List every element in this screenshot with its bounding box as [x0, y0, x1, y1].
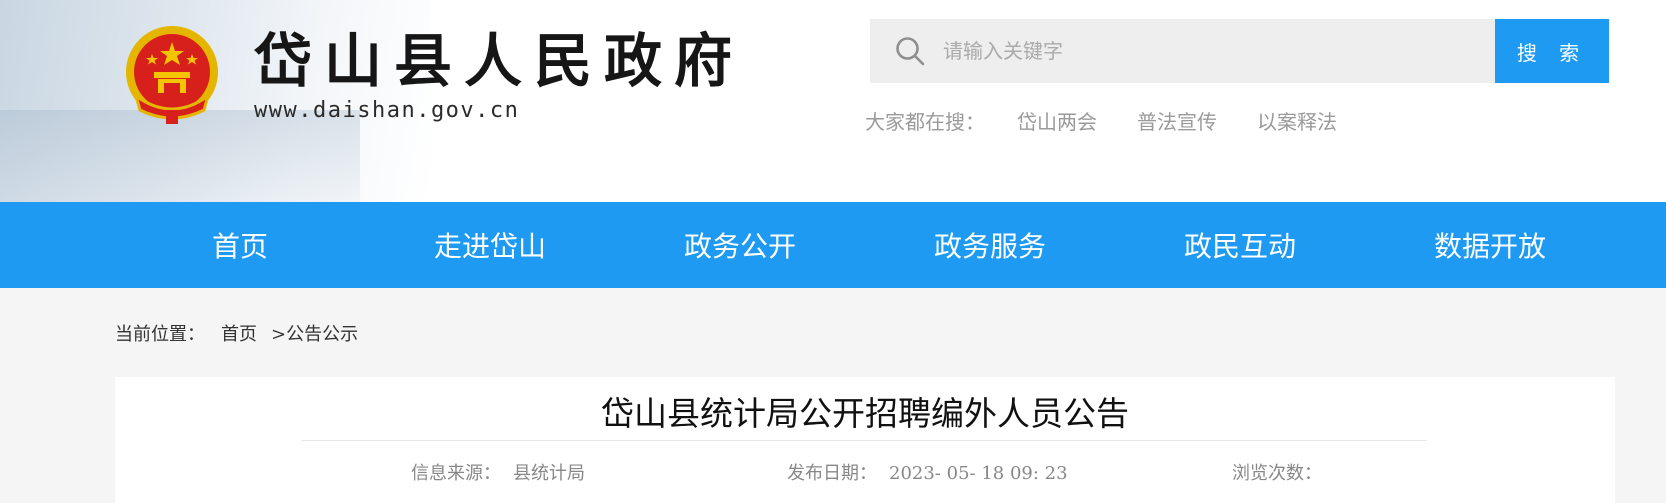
breadcrumb-current-link[interactable]: >公告公示 — [271, 320, 358, 346]
search-input[interactable] — [941, 38, 1485, 64]
title-divider — [302, 440, 1427, 441]
source-label: 信息来源： — [411, 463, 501, 484]
hot-search-item[interactable]: 岱山两会 — [1017, 106, 1097, 135]
search-icon — [896, 37, 925, 66]
site-header: 岱山县人民政府 www.daishan.gov.cn 搜 索 大家都在搜： 岱山… — [0, 0, 1666, 202]
article-date: 发布日期： 2023- 05- 18 09: 23 — [787, 459, 1068, 485]
search-field — [870, 19, 1495, 83]
article-title: 岱山县统计局公开招聘编外人员公告 — [601, 394, 1129, 433]
main-nav: 首页 走进岱山 政务公开 政务服务 政民互动 数据开放 — [0, 202, 1666, 288]
nav-item-open-data[interactable]: 数据开放 — [1365, 225, 1615, 265]
article-source: 信息来源： 县统计局 — [411, 459, 585, 485]
article-panel: 岱山县统计局公开招聘编外人员公告 信息来源： 县统计局 发布日期： 2023- 05… — [115, 377, 1615, 503]
article-views: 浏览次数： — [1232, 459, 1322, 485]
hot-search: 大家都在搜： 岱山两会 普法宣传 以案释法 — [865, 106, 1377, 135]
views-label: 浏览次数： — [1232, 463, 1322, 484]
site-url: www.daishan.gov.cn — [254, 98, 520, 123]
nav-item-services[interactable]: 政务服务 — [865, 225, 1115, 265]
main-nav-items: 首页 走进岱山 政务公开 政务服务 政民互动 数据开放 — [115, 225, 1615, 265]
breadcrumb-home-link[interactable]: 首页 — [221, 320, 257, 346]
nav-item-about[interactable]: 走进岱山 — [365, 225, 615, 265]
date-value: 2023- 05- 18 09: 23 — [889, 463, 1068, 484]
hot-search-label: 大家都在搜： — [865, 110, 985, 134]
source-value: 县统计局 — [513, 463, 585, 484]
search-bar: 搜 索 — [870, 19, 1609, 83]
nav-item-interaction[interactable]: 政民互动 — [1115, 225, 1365, 265]
search-button[interactable]: 搜 索 — [1495, 19, 1609, 83]
date-label: 发布日期： — [787, 463, 877, 484]
site-title: 岱山县人民政府 — [254, 27, 745, 95]
breadcrumb: 当前位置： 首页 >公告公示 — [115, 320, 358, 346]
national-emblem-icon — [126, 26, 218, 124]
hot-search-item[interactable]: 以案释法 — [1257, 106, 1337, 135]
breadcrumb-label: 当前位置： — [115, 324, 205, 345]
hot-search-item[interactable]: 普法宣传 — [1137, 106, 1217, 135]
nav-item-home[interactable]: 首页 — [115, 225, 365, 265]
nav-item-gov-affairs[interactable]: 政务公开 — [615, 225, 865, 265]
